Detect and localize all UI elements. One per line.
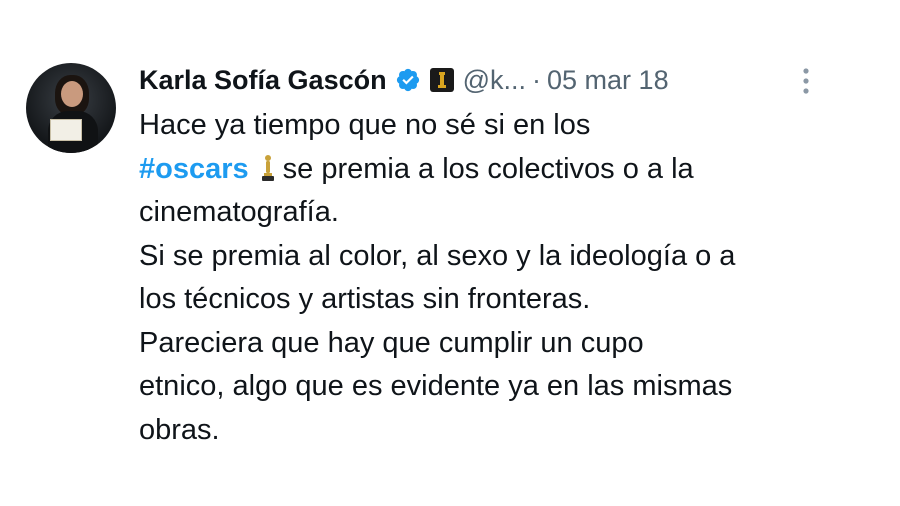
author-handle[interactable]: @k... xyxy=(463,65,526,96)
author-avatar[interactable] xyxy=(26,63,116,153)
separator-dot: · xyxy=(532,64,542,95)
verified-badge-icon[interactable] xyxy=(395,67,421,93)
tweet-date[interactable]: 05 mar 18 xyxy=(547,65,669,96)
tweet-line: los técnicos y artistas sin fronteras. xyxy=(139,283,591,315)
hashtag-link[interactable]: #oscars xyxy=(139,153,249,185)
tweet-line: Si se premia al color, al sexo y la ideo… xyxy=(139,239,736,272)
avatar-award xyxy=(50,119,82,141)
affiliation-badge-icon[interactable] xyxy=(429,67,455,93)
tweet-text: Hace ya tiempo que no sé si en los #osca… xyxy=(139,104,879,452)
tweet-line: Pareciera que hay que cumplir un cupo xyxy=(139,326,644,359)
tweet-line-text: se premia a los colectivos o a la xyxy=(282,152,694,185)
tweet-line: Hace ya tiempo que no sé si en los xyxy=(139,109,591,141)
tweet-card: Karla Sofía Gascón @k... · 05 mar 18 Hac… xyxy=(0,0,900,506)
more-options-icon[interactable] xyxy=(794,66,818,96)
tweet-line: #oscars se premia a los colectivos o a l… xyxy=(139,148,879,192)
tweet-line: etnico, algo que es evidente ya en las m… xyxy=(139,370,733,402)
oscar-trophy-icon xyxy=(259,152,277,181)
tweet-header: Karla Sofía Gascón @k... · 05 mar 18 xyxy=(139,58,669,102)
tweet-line: cinematografía. xyxy=(139,196,339,228)
avatar-face xyxy=(61,81,83,107)
tweet-line: obras. xyxy=(139,413,220,446)
author-name[interactable]: Karla Sofía Gascón xyxy=(139,65,387,96)
